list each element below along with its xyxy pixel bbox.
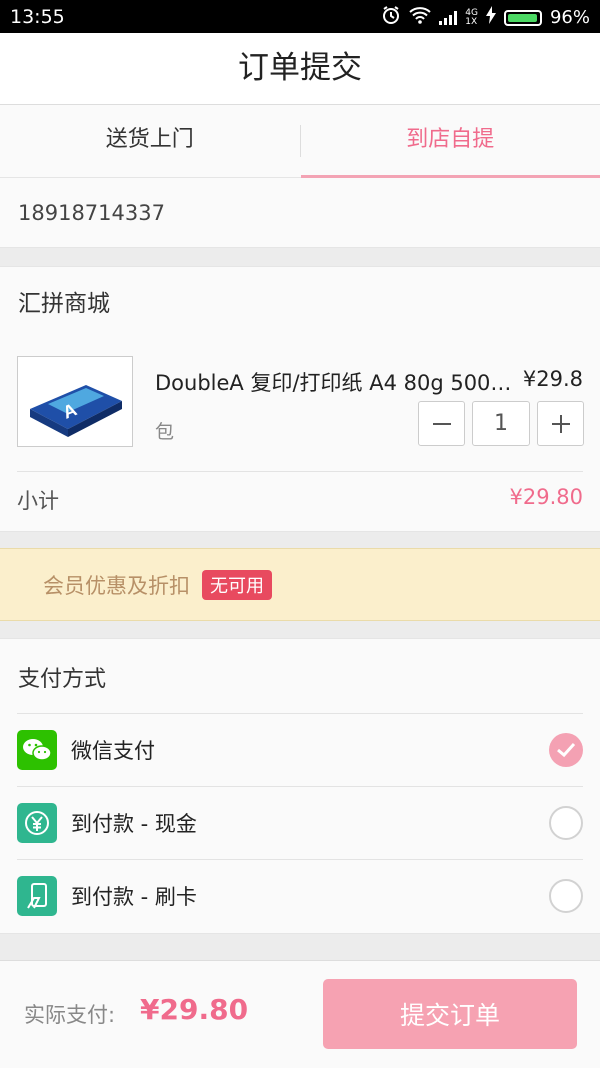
product-title[interactable]: DoubleA 复印/打印纸 A4 80g 500… — [155, 367, 515, 397]
subtotal-label: 小计 — [17, 485, 59, 515]
payment-option-label: 到付款 - 刷卡 — [71, 881, 549, 911]
submit-order-button[interactable]: 提交订单 — [323, 979, 577, 1049]
quantity-value[interactable]: 1 — [472, 401, 530, 446]
radio-unselected[interactable] — [549, 806, 583, 840]
charging-icon — [486, 6, 496, 29]
payment-option-cash[interactable]: 到付款 - 现金 — [17, 786, 583, 859]
radio-unselected[interactable] — [549, 879, 583, 913]
page-title: 订单提交 — [0, 33, 600, 105]
contact-phone[interactable]: 18918714337 — [0, 178, 600, 248]
status-bar: 13:55 4G 1X 96% — [0, 0, 600, 33]
plus-icon — [550, 413, 572, 435]
wifi-icon — [409, 6, 431, 29]
radio-selected[interactable] — [549, 733, 583, 767]
quantity-stepper: 1 — [418, 401, 584, 446]
delivery-tabs: 送货上门 到店自提 — [0, 105, 600, 178]
total-value: ¥29.80 — [140, 993, 248, 1026]
signal-icon — [439, 11, 457, 25]
payment-title: 支付方式 — [18, 661, 106, 693]
minus-icon — [431, 413, 453, 435]
payment-card: 支付方式 微信支付 到付款 - 现金 到付款 - 刷卡 — [0, 638, 600, 934]
store-name: 汇拼商城 — [18, 284, 110, 318]
product-unit: 包 — [155, 417, 174, 444]
product-price: ¥29.8 — [523, 367, 583, 391]
alarm-icon — [381, 5, 401, 30]
network-type: 4G 1X — [465, 9, 478, 27]
payment-option-wechat[interactable]: 微信支付 — [17, 713, 583, 786]
payment-option-label: 到付款 - 现金 — [71, 808, 549, 838]
battery-icon — [504, 10, 542, 26]
increase-quantity-button[interactable] — [537, 401, 584, 446]
product-image[interactable]: A — [17, 356, 133, 447]
wechat-icon — [17, 730, 57, 770]
subtotal-value: ¥29.80 — [510, 485, 583, 509]
status-badge: 无可用 — [202, 570, 272, 600]
status-icons: 4G 1X 96% — [381, 5, 590, 30]
card-swipe-icon — [17, 876, 57, 916]
checkout-bar: 实际支付: ¥29.80 提交订单 — [0, 960, 600, 1068]
decrease-quantity-button[interactable] — [418, 401, 465, 446]
status-time: 13:55 — [10, 6, 65, 28]
payment-option-label: 微信支付 — [71, 735, 549, 765]
checkmark-icon — [556, 742, 576, 758]
payment-option-card[interactable]: 到付款 - 刷卡 — [17, 859, 583, 932]
battery-percent: 96% — [550, 7, 590, 28]
total-label: 实际支付: — [24, 999, 115, 1029]
member-discount-bar[interactable]: 会员优惠及折扣 无可用 — [0, 548, 600, 621]
divider — [17, 471, 583, 472]
member-discount-label: 会员优惠及折扣 — [43, 570, 190, 600]
tab-home-delivery[interactable]: 送货上门 — [0, 105, 300, 177]
store-card: 汇拼商城 A DoubleA 复印/打印纸 A4 80g 500… ¥29.8 … — [0, 266, 600, 532]
tab-store-pickup[interactable]: 到店自提 — [301, 105, 600, 177]
yuan-cash-icon — [17, 803, 57, 843]
paper-ream-image: A — [18, 357, 132, 446]
